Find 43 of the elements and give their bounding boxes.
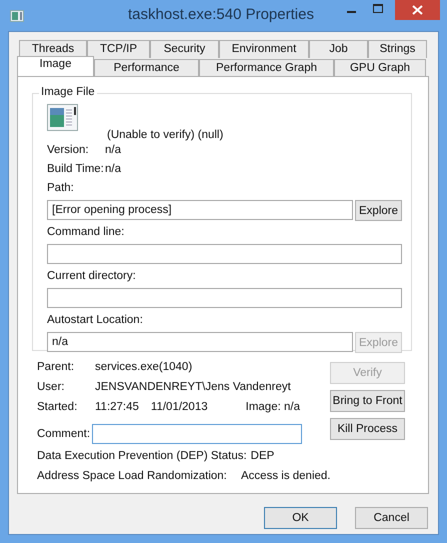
dialog-button[interactable]: OK [264,507,337,529]
action-button[interactable]: Kill Process [330,418,405,440]
field-label: Version: [47,144,90,157]
field-value: n/a [105,144,121,157]
explore-button[interactable]: Explore [355,200,402,221]
field-label: Current directory: [47,270,137,283]
field-label: Comment: [37,428,92,440]
text-field[interactable] [47,288,402,308]
dialog-button[interactable]: Cancel [355,507,428,529]
field-label: Started: [37,401,78,413]
field-label: Autostart Location: [47,314,144,327]
field-label: Data Execution Prevention (DEP) Status: [37,450,247,462]
field-label: Path: [47,182,75,195]
tab[interactable]: TCP/IP [87,40,150,58]
tab[interactable]: Environment [219,40,309,58]
field-label: Address Space Load Randomization: [37,470,228,482]
application-icon [47,104,79,132]
field-label: User: [37,381,66,393]
action-button[interactable]: Bring to Front [330,390,405,412]
field-value: services.exe(1040) [95,361,192,373]
field-value: Access is denied. [241,470,330,482]
text-field[interactable]: n/a [47,332,353,352]
tab[interactable]: Strings [368,40,427,58]
window-icon [10,10,24,22]
field-value: 11:27:45 [95,401,139,413]
group-title: Image File [39,86,97,98]
field-value: Image: n/a [246,401,300,413]
tab[interactable]: Job [309,40,368,58]
tab[interactable]: Image [17,56,94,76]
comment-field[interactable] [92,424,302,444]
window-title: taskhost.exe:540 Properties [127,6,315,23]
field-value: n/a [105,163,121,176]
field-value: JENSVANDENREYT\Jens Vandenreyt [95,381,291,393]
close-button[interactable] [395,0,440,20]
verification-status: (Unable to verify) (null) [107,129,224,141]
text-field[interactable] [47,244,402,264]
text-field[interactable]: [Error opening process] [47,200,353,220]
field-label: Parent: [37,361,76,373]
field-value: 11/01/2013 [150,401,208,413]
tab[interactable]: Security [150,40,219,58]
field-label: Build Time: [47,163,105,176]
field-label: Command line: [47,226,126,239]
field-value: DEP [250,450,274,462]
